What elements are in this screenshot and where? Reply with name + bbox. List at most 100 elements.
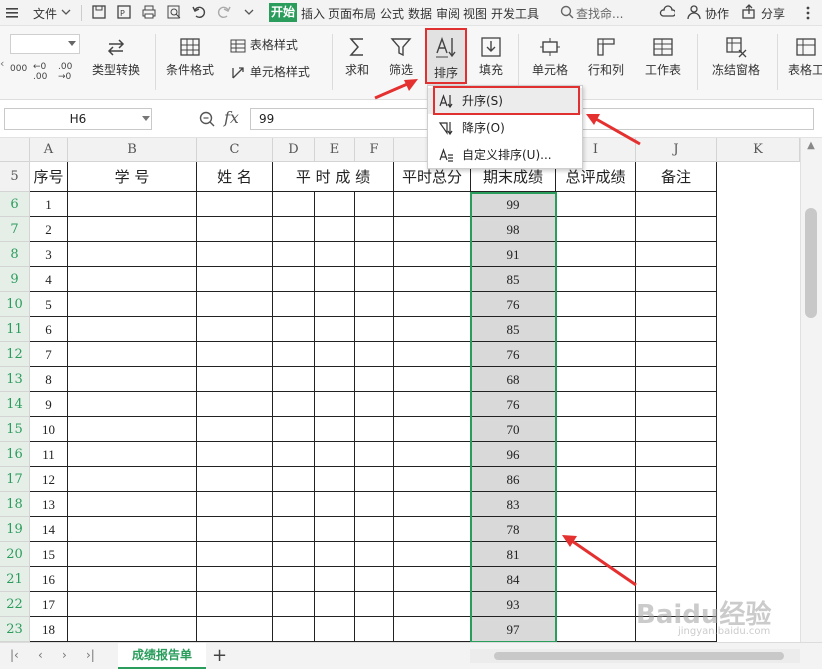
table-cell[interactable] xyxy=(556,292,636,317)
table-cell[interactable] xyxy=(394,492,471,517)
table-cell[interactable] xyxy=(315,267,355,292)
conditional-format-button[interactable]: 条件格式 xyxy=(163,36,217,78)
table-cell[interactable] xyxy=(636,267,717,292)
table-cell[interactable] xyxy=(556,542,636,567)
table-cell[interactable] xyxy=(315,392,355,417)
collaborate-icon[interactable] xyxy=(686,4,702,20)
last-sheet-button[interactable]: ›| xyxy=(86,648,95,662)
thousands-button[interactable]: 000 xyxy=(10,64,27,74)
table-cell[interactable] xyxy=(315,242,355,267)
table-cell[interactable] xyxy=(636,467,717,492)
table-cell[interactable] xyxy=(273,467,315,492)
rows-columns-button[interactable]: 行和列 xyxy=(584,36,628,78)
table-cell[interactable] xyxy=(68,242,197,267)
table-cell[interactable] xyxy=(197,542,273,567)
row-header[interactable]: 18 xyxy=(0,492,30,517)
table-cell[interactable] xyxy=(556,192,636,217)
table-cell[interactable] xyxy=(636,317,717,342)
redo-icon[interactable] xyxy=(216,4,232,20)
table-cell[interactable] xyxy=(556,617,636,642)
table-header-cell[interactable]: 姓 名 xyxy=(197,162,273,192)
table-cell[interactable] xyxy=(355,192,394,217)
ribbon-scroll-left[interactable]: ‹ xyxy=(0,56,8,72)
table-cell[interactable] xyxy=(355,342,394,367)
table-cell[interactable] xyxy=(273,367,315,392)
final-score-cell[interactable]: 93 xyxy=(471,592,556,617)
custom-sort-item[interactable]: 自定义排序(U)... xyxy=(428,142,582,168)
table-cell[interactable] xyxy=(273,342,315,367)
table-cell[interactable] xyxy=(394,417,471,442)
chevron-down-icon[interactable] xyxy=(142,116,150,122)
table-cell[interactable] xyxy=(636,517,717,542)
autosum-button[interactable]: 求和 xyxy=(340,36,374,78)
row-header[interactable]: 9 xyxy=(0,267,30,292)
row-header[interactable]: 23 xyxy=(0,617,30,642)
table-cell[interactable] xyxy=(315,192,355,217)
table-cell[interactable] xyxy=(68,542,197,567)
row-header[interactable]: 16 xyxy=(0,442,30,467)
seq-cell[interactable]: 7 xyxy=(30,342,68,367)
table-cell[interactable] xyxy=(556,242,636,267)
table-cell[interactable] xyxy=(315,417,355,442)
table-cell[interactable] xyxy=(273,417,315,442)
table-cell[interactable] xyxy=(273,292,315,317)
table-cell[interactable] xyxy=(556,217,636,242)
seq-cell[interactable]: 5 xyxy=(30,292,68,317)
column-header-a[interactable]: A xyxy=(30,138,68,162)
table-cell[interactable] xyxy=(636,367,717,392)
first-sheet-button[interactable]: |‹ xyxy=(10,648,19,662)
table-cell[interactable] xyxy=(636,217,717,242)
table-cell[interactable] xyxy=(68,392,197,417)
table-cell[interactable] xyxy=(273,592,315,617)
add-sheet-button[interactable]: + xyxy=(212,645,227,666)
table-cell[interactable] xyxy=(197,492,273,517)
row-header[interactable]: 8 xyxy=(0,242,30,267)
table-cell[interactable] xyxy=(68,467,197,492)
table-cell[interactable] xyxy=(394,292,471,317)
seq-cell[interactable]: 11 xyxy=(30,442,68,467)
table-cell[interactable] xyxy=(394,217,471,242)
table-cell[interactable] xyxy=(315,617,355,642)
insert-function-button[interactable]: fx xyxy=(224,108,239,127)
table-cell[interactable] xyxy=(273,217,315,242)
table-cell[interactable] xyxy=(394,442,471,467)
table-cell[interactable] xyxy=(556,592,636,617)
export-icon[interactable]: P xyxy=(116,4,132,20)
table-cell[interactable] xyxy=(355,267,394,292)
table-cell[interactable] xyxy=(68,592,197,617)
seq-cell[interactable]: 6 xyxy=(30,317,68,342)
cell-button[interactable]: 单元格 xyxy=(528,36,572,78)
table-cell[interactable] xyxy=(355,317,394,342)
table-cell[interactable] xyxy=(556,567,636,592)
sheet-tab-active[interactable]: 成绩报告单 xyxy=(118,643,206,669)
table-cell[interactable] xyxy=(68,292,197,317)
seq-cell[interactable]: 18 xyxy=(30,617,68,642)
table-cell[interactable] xyxy=(355,467,394,492)
search-box[interactable]: 查找命... xyxy=(576,5,623,22)
table-cell[interactable] xyxy=(355,542,394,567)
final-score-cell[interactable]: 68 xyxy=(471,367,556,392)
final-score-cell[interactable]: 76 xyxy=(471,342,556,367)
table-cell[interactable] xyxy=(556,517,636,542)
tab-formula[interactable]: 公式 xyxy=(380,5,404,22)
table-cell[interactable] xyxy=(68,567,197,592)
table-cell[interactable] xyxy=(68,442,197,467)
table-cell[interactable] xyxy=(556,267,636,292)
final-score-cell[interactable]: 85 xyxy=(471,267,556,292)
table-cell[interactable] xyxy=(636,492,717,517)
table-cell[interactable] xyxy=(315,342,355,367)
final-score-cell[interactable]: 99 xyxy=(471,192,556,217)
final-score-cell[interactable]: 98 xyxy=(471,217,556,242)
final-score-cell[interactable]: 83 xyxy=(471,492,556,517)
seq-cell[interactable]: 10 xyxy=(30,417,68,442)
table-cell[interactable] xyxy=(273,317,315,342)
table-header-cell[interactable]: 备注 xyxy=(636,162,717,192)
seq-cell[interactable]: 15 xyxy=(30,542,68,567)
table-cell[interactable] xyxy=(556,467,636,492)
name-box[interactable]: H6 xyxy=(4,108,152,130)
table-cell[interactable] xyxy=(68,192,197,217)
table-cell[interactable] xyxy=(273,267,315,292)
final-score-cell[interactable]: 96 xyxy=(471,442,556,467)
table-cell[interactable] xyxy=(394,317,471,342)
table-cell[interactable] xyxy=(273,442,315,467)
